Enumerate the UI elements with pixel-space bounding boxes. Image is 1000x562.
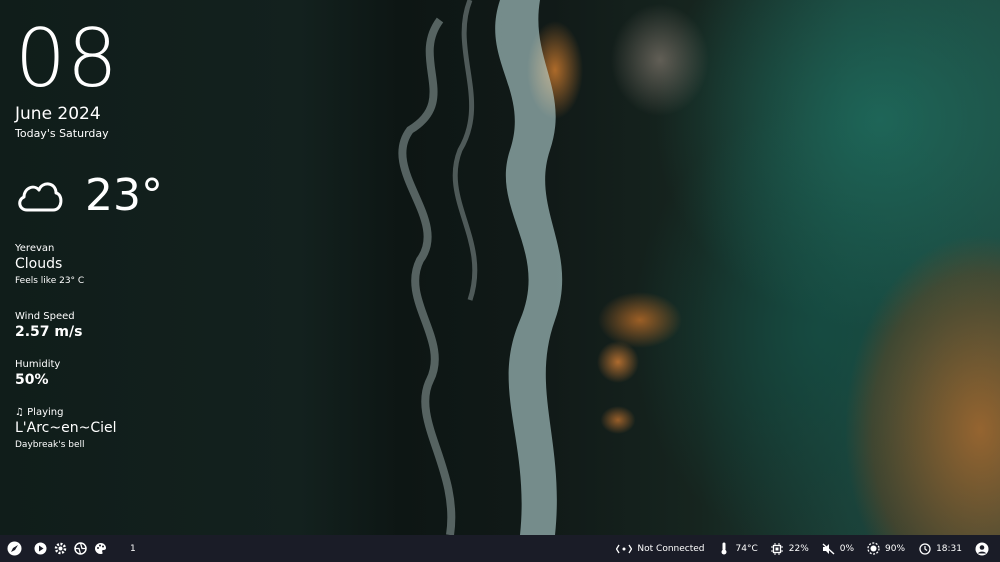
cpu-icon [770, 541, 785, 556]
cpu-status[interactable]: 22% [770, 541, 809, 556]
clock-time: 18:31 [936, 543, 962, 554]
palette-icon[interactable] [93, 541, 108, 556]
play-icon[interactable] [33, 541, 48, 556]
track-title: Daybreak's bell [15, 440, 85, 450]
cpu-text: 22% [788, 543, 809, 554]
user-menu[interactable] [974, 541, 993, 556]
cloud-icon [18, 182, 63, 211]
desktop-widgets: 08 June 2024 Today's Saturday 23° Yereva… [15, 12, 215, 451]
clock-icon [917, 541, 932, 556]
volume-text: 0% [839, 543, 855, 554]
date-day: 08 [15, 12, 119, 105]
wallpaper-surf [398, 0, 563, 535]
humidity-label: Humidity [15, 359, 61, 370]
wind-label: Wind Speed [15, 311, 75, 322]
aperture-icon[interactable] [73, 541, 88, 556]
user-avatar-icon [974, 541, 989, 556]
temperature-status[interactable]: 74°C [717, 541, 758, 556]
wind-value: 2.57 m/s [15, 324, 83, 340]
now-playing-label: ♫ Playing [15, 407, 215, 418]
weather-condition: Clouds [15, 256, 63, 272]
network-text: Not Connected [637, 543, 705, 554]
brightness-status[interactable]: 90% [866, 541, 905, 556]
clock[interactable]: 18:31 [917, 541, 962, 556]
month-year: June 2024 [15, 104, 101, 124]
brightness-text: 90% [885, 543, 906, 554]
volume-status[interactable]: 0% [821, 541, 854, 556]
network-disconnected-icon [615, 541, 633, 556]
track-artist: L'Arc~en~Ciel [15, 420, 117, 436]
workspace-indicator[interactable]: 1 [130, 544, 136, 554]
music-note-icon: ♫ [15, 407, 24, 418]
temperature-text: 74°C [735, 543, 758, 554]
volume-muted-icon [821, 541, 836, 556]
network-status[interactable]: Not Connected [615, 541, 705, 556]
weather-temperature: 23° [85, 170, 163, 221]
weather-summary: 23° [15, 170, 215, 221]
gear-icon[interactable] [53, 541, 68, 556]
launcher-rocket-icon[interactable] [7, 541, 22, 556]
weekday-text: Today's Saturday [15, 127, 109, 140]
weather-city: Yerevan [15, 243, 55, 254]
brightness-icon [866, 541, 881, 556]
thermometer-icon [717, 541, 732, 556]
taskbar: 1 Not Connected 74°C 22% 0% 90% 18:31 [0, 535, 1000, 562]
feels-like: Feels like 23° C [15, 276, 85, 286]
humidity-value: 50% [15, 372, 49, 388]
playing-text: Playing [27, 407, 64, 418]
